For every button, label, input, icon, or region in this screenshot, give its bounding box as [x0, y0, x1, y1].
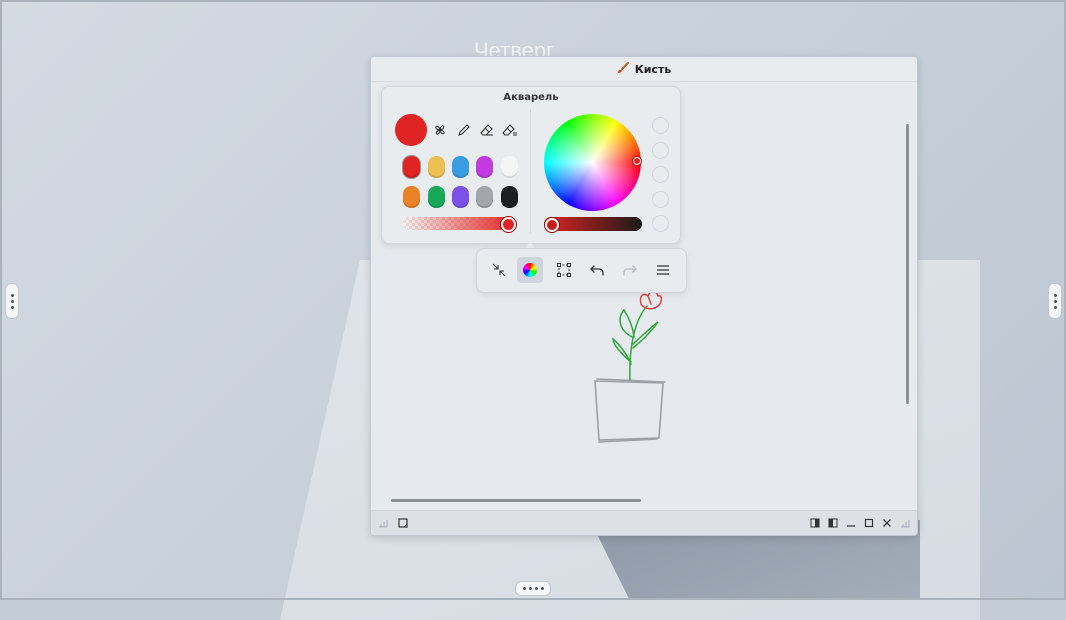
vertical-scrollbar[interactable]: [906, 124, 909, 404]
brightness-slider-thumb[interactable]: [545, 218, 559, 232]
opacity-slider[interactable]: [403, 217, 515, 230]
window-titlebar[interactable]: Кисть: [371, 57, 917, 82]
brush-settings-panel: Акварель: [381, 86, 681, 244]
horizontal-scrollbar[interactable]: [391, 499, 641, 502]
snap-right-icon[interactable]: [827, 517, 839, 529]
current-color-swatch[interactable]: [395, 114, 427, 146]
resize-grip-right-icon[interactable]: [899, 517, 911, 529]
swatch-white[interactable]: [501, 156, 518, 178]
swatch-green[interactable]: [428, 186, 445, 208]
brush-icon: [617, 61, 629, 77]
redo-icon[interactable]: [617, 257, 643, 283]
menu-icon[interactable]: [650, 257, 676, 283]
custom-color-slot[interactable]: [652, 215, 669, 232]
left-edge-handle[interactable]: [5, 283, 19, 319]
swatch-violet[interactable]: [452, 186, 469, 208]
right-edge-handle[interactable]: [1048, 283, 1062, 319]
custom-color-slot[interactable]: [652, 166, 669, 183]
note-icon[interactable]: [397, 517, 409, 529]
swatch-yellow[interactable]: [428, 156, 445, 178]
swatch-black[interactable]: [501, 186, 518, 208]
minimize-icon[interactable]: [845, 517, 857, 529]
collapse-icon[interactable]: [486, 257, 512, 283]
selection-icon[interactable]: [551, 257, 577, 283]
opacity-slider-thumb[interactable]: [501, 217, 516, 232]
floating-toolbar: [476, 248, 687, 293]
color-wheel-thumb[interactable]: [633, 157, 641, 165]
close-icon[interactable]: [881, 517, 893, 529]
resize-grip-icon[interactable]: [377, 517, 389, 529]
color-wheel[interactable]: [544, 114, 641, 211]
flower-head-drawing: [639, 290, 663, 310]
bottom-dock-handle[interactable]: [515, 581, 551, 596]
custom-color-slot[interactable]: [652, 191, 669, 208]
swatch-blue[interactable]: [452, 156, 469, 178]
swatch-orange[interactable]: [403, 186, 420, 208]
window-title: Кисть: [634, 62, 672, 76]
panel-divider: [530, 109, 531, 233]
custom-color-slot[interactable]: [652, 142, 669, 159]
eraser-clear-icon[interactable]: [502, 122, 518, 138]
color-icon[interactable]: [517, 257, 543, 283]
snap-left-icon[interactable]: [809, 517, 821, 529]
swatch-purple[interactable]: [476, 156, 493, 178]
eraser-icon[interactable]: [479, 122, 495, 138]
pot-drawing: [594, 378, 666, 443]
pen-icon[interactable]: [456, 122, 472, 138]
undo-icon[interactable]: [584, 257, 610, 283]
brush-type-title: Акварель: [503, 92, 559, 103]
window-statusbar: [371, 510, 917, 535]
custom-color-slot[interactable]: [652, 117, 669, 134]
stem-drawing: [612, 305, 659, 381]
maximize-icon[interactable]: [863, 517, 875, 529]
brush-type-icon[interactable]: [432, 122, 448, 138]
swatch-gray[interactable]: [476, 186, 493, 208]
swatch-red[interactable]: [402, 155, 421, 179]
